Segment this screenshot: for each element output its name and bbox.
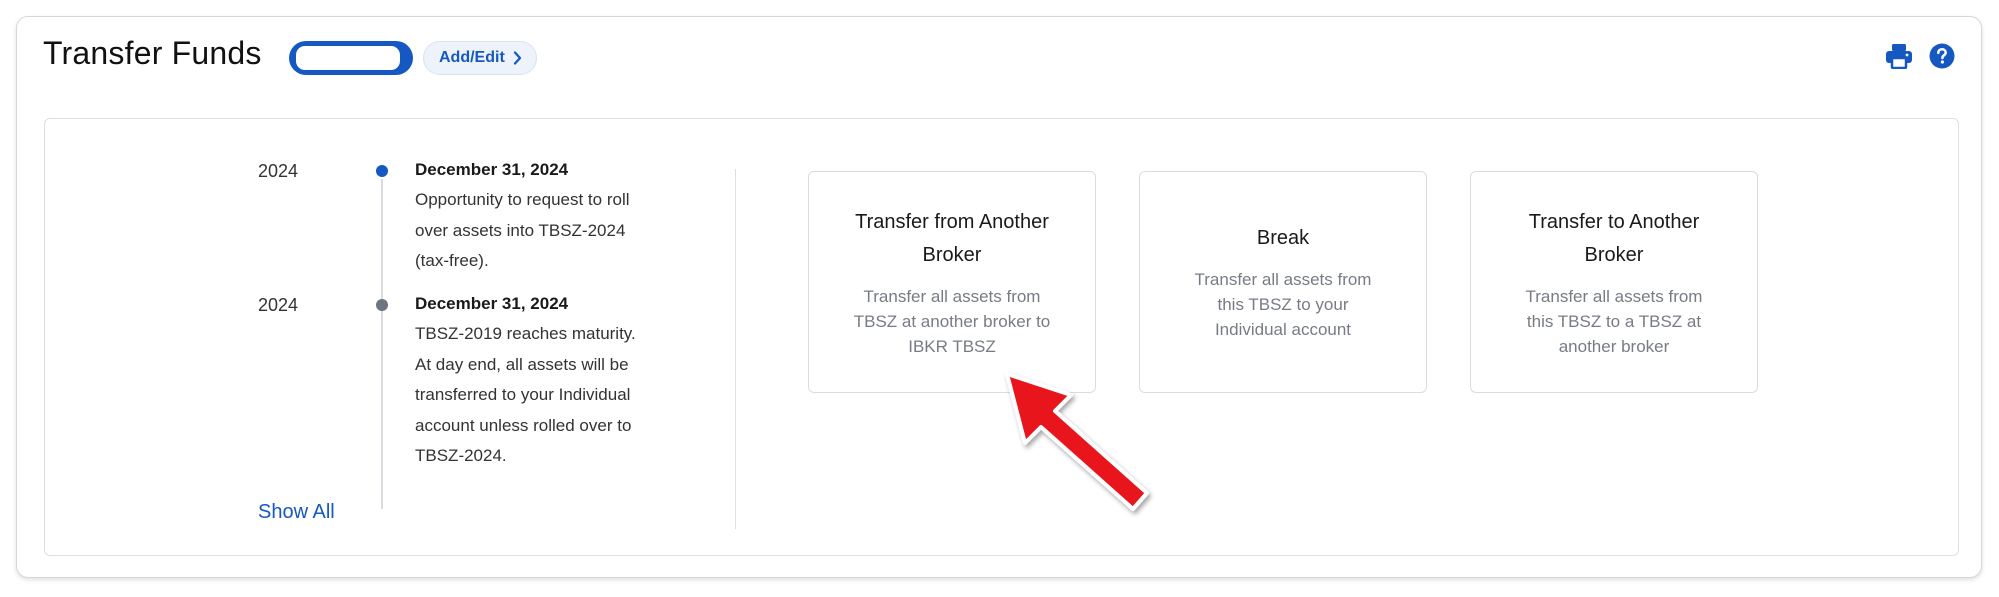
break-card[interactable]: Break Transfer all assets from this TBSZ… (1139, 171, 1427, 393)
account-selector-field[interactable] (296, 46, 400, 70)
transfer-content-card: 2024 December 31, 2024 Opportunity to re… (44, 118, 1959, 556)
section-divider (735, 169, 736, 529)
timeline-year: 2024 (258, 161, 299, 181)
card-description-line: another broker (1558, 336, 1670, 356)
chevron-right-icon (513, 51, 521, 65)
card-description: Transfer all assets from this TBSZ to a … (1526, 284, 1703, 359)
transfer-to-another-broker-card[interactable]: Transfer to Another Broker Transfer all … (1470, 171, 1758, 393)
timeline-dot-past (376, 299, 388, 311)
card-description: Transfer all assets from TBSZ at another… (854, 284, 1051, 359)
card-title: Break (1257, 222, 1309, 255)
card-title-line: Broker (1584, 243, 1644, 266)
description-line: account unless rolled over to (415, 415, 632, 435)
transfer-funds-panel: Transfer Funds Add/Edit 2024 December 31… (16, 16, 1982, 578)
timeline-event-date: December 31, 2024 (415, 160, 569, 179)
timeline-event-date: December 31, 2024 (415, 294, 569, 313)
printer-icon[interactable] (1885, 43, 1913, 69)
timeline-year: 2024 (258, 295, 299, 315)
timeline-event: December 31, 2024 Opportunity to request… (415, 155, 685, 277)
timeline-line (381, 179, 383, 509)
card-description-line: IBKR TBSZ (908, 336, 996, 356)
timeline-event-description: Opportunity to request to roll over asse… (415, 185, 685, 277)
show-all-link[interactable]: Show All (258, 501, 335, 524)
timeline-event-description: TBSZ-2019 reaches maturity. At day end, … (415, 319, 685, 472)
transfer-from-another-broker-card[interactable]: Transfer from Another Broker Transfer al… (808, 171, 1096, 393)
card-title: Transfer from Another Broker (855, 206, 1049, 272)
page-title: Transfer Funds (43, 35, 262, 71)
description-line: TBSZ-2019 reaches maturity. (415, 324, 636, 343)
timeline-dot-active (376, 165, 388, 177)
card-description-line: this TBSZ to your (1217, 295, 1349, 314)
card-title-line: Break (1256, 227, 1310, 249)
card-description-line: Transfer all assets from (1525, 286, 1703, 306)
card-description: Transfer all assets from this TBSZ to yo… (1195, 267, 1372, 342)
timeline-event: December 31, 2024 TBSZ-2019 reaches matu… (415, 289, 685, 472)
card-description-line: Individual account (1214, 320, 1352, 339)
description-line: Opportunity to request to roll (415, 190, 630, 209)
description-line: At day end, all assets will be (415, 354, 629, 374)
add-edit-label: Add/Edit (439, 49, 505, 66)
card-description-line: this TBSZ to a TBSZ at (1526, 311, 1702, 331)
card-title: Transfer to Another Broker (1529, 206, 1699, 272)
help-icon[interactable] (1929, 43, 1955, 69)
card-title-line: Transfer to Another (1528, 210, 1700, 233)
card-title-line: Transfer from Another (855, 210, 1049, 233)
description-line: over assets into TBSZ-2024 (415, 220, 626, 240)
account-selector[interactable] (289, 41, 413, 75)
description-line: transferred to your Individual (415, 385, 631, 404)
add-edit-button[interactable]: Add/Edit (423, 41, 537, 75)
description-line: TBSZ-2024. (415, 446, 507, 465)
card-description-line: Transfer all assets from (863, 286, 1041, 306)
description-line: (tax-free). (415, 251, 489, 270)
card-title-line: Broker (922, 243, 982, 266)
card-description-line: TBSZ at another broker to (853, 311, 1051, 331)
card-description-line: Transfer all assets from (1194, 270, 1372, 289)
